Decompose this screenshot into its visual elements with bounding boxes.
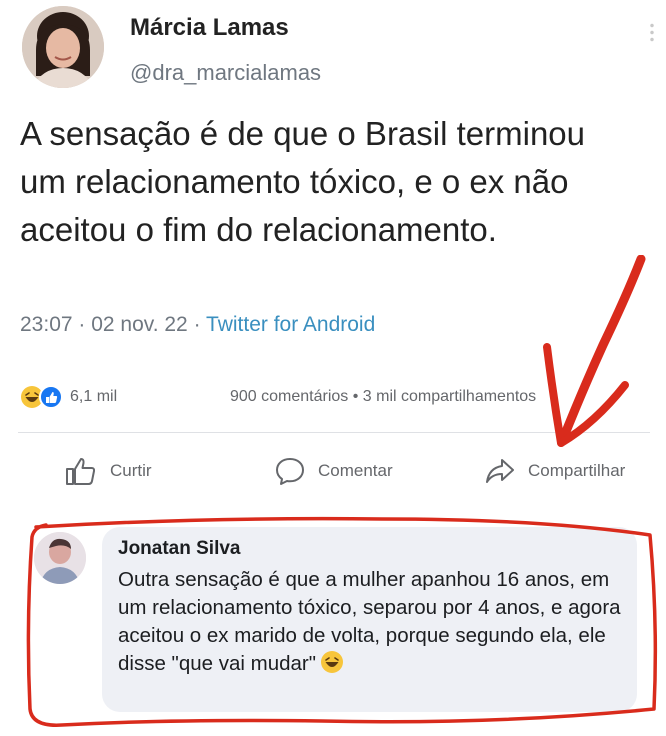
like-label: Curtir xyxy=(110,461,152,480)
author-avatar-photo xyxy=(22,6,104,88)
more-options-icon[interactable] xyxy=(650,22,654,44)
tweet-time-date: 23:07 · 02 nov. 22 · xyxy=(20,313,207,336)
share-button[interactable]: Compartilhar xyxy=(484,454,625,488)
comment-label: Comentar xyxy=(318,461,393,480)
share-arrow-icon xyxy=(486,459,514,483)
red-annotation-arrow xyxy=(543,255,646,447)
tweet-timestamp: 23:07 · 02 nov. 22 · Twitter for Android xyxy=(20,313,375,337)
like-reaction-icon xyxy=(39,385,63,409)
author-handle[interactable]: @dra_marcialamas xyxy=(130,60,321,86)
screenshot-post: Márcia Lamas @dra_marcialamas A sensação… xyxy=(0,0,666,736)
tweet-source-link[interactable]: Twitter for Android xyxy=(206,313,375,336)
author-avatar[interactable] xyxy=(22,6,104,88)
like-button[interactable]: Curtir xyxy=(64,454,152,488)
reaction-icons[interactable] xyxy=(20,385,64,409)
share-label: Compartilhar xyxy=(528,461,626,480)
author-name[interactable]: Márcia Lamas xyxy=(130,14,289,42)
red-highlight-outline xyxy=(26,516,658,727)
comments-shares-count[interactable]: 900 comentários • 3 mil compartilhamento… xyxy=(230,388,536,406)
comment-button[interactable]: Comentar xyxy=(274,454,393,488)
tweet-text: A sensação é de que o Brasil terminou um… xyxy=(20,115,586,248)
thumbs-up-icon xyxy=(66,458,96,485)
reactions-count[interactable]: 6,1 mil xyxy=(70,388,117,406)
comment-bubble-icon xyxy=(276,458,304,485)
